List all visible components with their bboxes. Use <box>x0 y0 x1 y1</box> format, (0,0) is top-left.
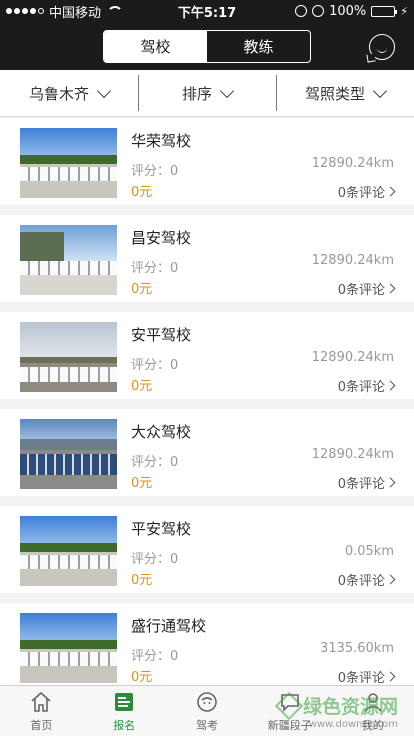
chevron-down-icon <box>372 83 388 98</box>
tab-profile[interactable]: 我的 <box>331 686 414 736</box>
tab-signup-label: 报名 <box>113 719 136 732</box>
tab-home[interactable]: 首页 <box>0 686 83 736</box>
school-photo <box>20 516 117 586</box>
school-name: 昌安驾校 <box>131 229 192 247</box>
school-photo <box>20 419 117 489</box>
battery-icon <box>371 5 398 17</box>
profile-icon <box>363 693 382 712</box>
school-price: 0元 <box>131 476 153 491</box>
list-item[interactable]: 盛行通驾校 评分：0 0元 3135.60km 0条评论 <box>0 603 414 685</box>
list-item[interactable]: 大众驾校 评分：0 0元 12890.24km 0条评论 <box>0 409 414 496</box>
school-score: 评分：0 <box>131 455 179 470</box>
tab-home-label: 首页 <box>30 719 53 732</box>
home-icon <box>31 691 51 712</box>
reviews-count: 0条评论 <box>337 671 385 685</box>
jokes-icon <box>280 694 299 712</box>
school-photo <box>20 322 117 392</box>
chat-bubble-icon[interactable] <box>369 34 395 60</box>
reviews-link[interactable]: 0条评论 <box>337 570 396 589</box>
tab-exam-label: 驾考 <box>195 719 218 732</box>
tab-exam[interactable]: 驾考 <box>166 686 249 736</box>
school-name: 华荣驾校 <box>131 132 192 150</box>
reviews-link[interactable]: 0条评论 <box>337 182 396 201</box>
reviews-link[interactable]: 0条评论 <box>337 473 396 492</box>
school-photo <box>20 225 117 295</box>
chevron-right-icon <box>385 380 396 391</box>
school-distance: 3135.60km <box>320 641 394 656</box>
school-name: 平安驾校 <box>131 520 192 538</box>
chevron-right-icon <box>385 477 396 488</box>
school-distance: 12890.24km <box>311 350 394 365</box>
chevron-right-icon <box>385 283 396 294</box>
school-price: 0元 <box>131 379 153 394</box>
school-price: 0元 <box>131 282 153 297</box>
segment-control: 驾校 教练 <box>103 30 311 63</box>
tab-jokes-label: 新疆段子 <box>267 719 312 732</box>
carrier-label: 中国移动 <box>49 5 102 21</box>
school-price: 0元 <box>131 185 153 200</box>
exam-icon <box>197 692 217 712</box>
school-photo <box>20 613 117 683</box>
signal-icon <box>6 8 44 14</box>
school-list[interactable]: 华荣驾校 评分：0 0元 12890.24km 0条评论 昌安驾校 评分：0 0… <box>0 118 414 685</box>
school-name: 盛行通驾校 <box>131 617 207 635</box>
tab-jokes[interactable]: 新疆段子 <box>248 686 331 736</box>
school-score: 评分：0 <box>131 358 179 373</box>
reviews-count: 0条评论 <box>337 186 385 201</box>
school-score: 评分：0 <box>131 164 179 179</box>
wifi-icon <box>106 6 124 16</box>
list-item[interactable]: 平安驾校 评分：0 0元 0.05km 0条评论 <box>0 506 414 593</box>
status-time: 下午5:17 <box>177 5 237 21</box>
school-name: 安平驾校 <box>131 326 192 344</box>
chevron-down-icon <box>96 83 112 98</box>
school-price: 0元 <box>131 670 153 685</box>
list-item[interactable]: 昌安驾校 评分：0 0元 12890.24km 0条评论 <box>0 215 414 302</box>
app-header: 中国移动 下午5:17 100% ⚡ 驾校 教练 <box>0 0 414 70</box>
reviews-count: 0条评论 <box>337 380 385 395</box>
reviews-link[interactable]: 0条评论 <box>337 667 396 685</box>
battery-percent: 100% <box>329 3 367 19</box>
reviews-count: 0条评论 <box>337 283 385 298</box>
school-distance: 12890.24km <box>311 447 394 462</box>
filter-sort-label: 排序 <box>181 84 212 103</box>
filter-bar: 乌鲁木齐 排序 驾照类型 <box>0 70 414 117</box>
school-distance: 12890.24km <box>311 156 394 171</box>
list-item[interactable]: 安平驾校 评分：0 0元 12890.24km 0条评论 <box>0 312 414 399</box>
filter-city[interactable]: 乌鲁木齐 <box>0 70 138 116</box>
filter-sort[interactable]: 排序 <box>138 70 276 116</box>
school-distance: 0.05km <box>344 544 394 559</box>
tab-profile-label: 我的 <box>361 719 384 732</box>
school-distance: 12890.24km <box>311 253 394 268</box>
rotation-lock-icon <box>295 5 308 17</box>
tab-driving-school[interactable]: 驾校 <box>104 31 207 62</box>
filter-license-type[interactable]: 驾照类型 <box>276 70 414 116</box>
status-bar: 中国移动 下午5:17 100% ⚡ <box>0 0 414 22</box>
chevron-right-icon <box>385 574 396 585</box>
bottom-tab-bar: 首页 报名 驾考 新疆段子 我的 <box>0 685 414 736</box>
reviews-link[interactable]: 0条评论 <box>337 279 396 298</box>
alarm-icon <box>312 5 325 17</box>
school-name: 大众驾校 <box>131 423 192 441</box>
tab-signup[interactable]: 报名 <box>83 686 166 736</box>
filter-license-label: 驾照类型 <box>304 84 365 103</box>
signup-icon <box>115 693 134 711</box>
reviews-count: 0条评论 <box>337 574 385 589</box>
chevron-right-icon <box>385 186 396 197</box>
school-price: 0元 <box>131 573 153 588</box>
school-score: 评分：0 <box>131 552 179 567</box>
school-score: 评分：0 <box>131 261 179 276</box>
school-score: 评分：0 <box>131 649 179 664</box>
chevron-down-icon <box>219 83 235 98</box>
reviews-link[interactable]: 0条评论 <box>337 376 396 395</box>
charging-icon: ⚡ <box>400 4 408 18</box>
list-item[interactable]: 华荣驾校 评分：0 0元 12890.24km 0条评论 <box>0 118 414 205</box>
tab-coach[interactable]: 教练 <box>207 31 310 62</box>
reviews-count: 0条评论 <box>337 477 385 492</box>
school-photo <box>20 128 117 198</box>
chevron-right-icon <box>385 671 396 682</box>
filter-city-label: 乌鲁木齐 <box>28 84 89 103</box>
